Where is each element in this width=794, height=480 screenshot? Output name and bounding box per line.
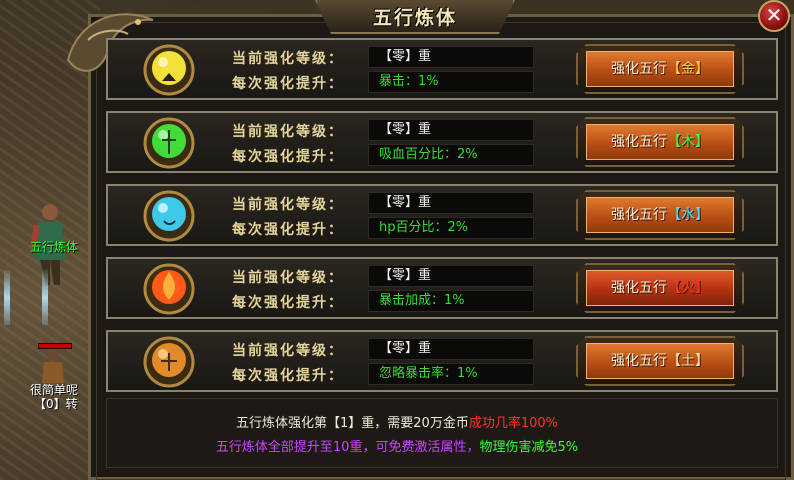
- npc-name-label: 五行炼体: [30, 240, 79, 254]
- upgrade-bonus-value: 暴击加成：1%: [368, 290, 534, 312]
- element-row-wood: 当前强化等级： 每次强化提升： 【零】重 吸血百分比：2% 强化五行【木】: [106, 111, 778, 173]
- button-element-tag: 【水】: [667, 207, 709, 223]
- water-orb-icon: [143, 190, 195, 242]
- button-label: 强化五行【土】: [586, 343, 734, 379]
- upgrade-gold-button[interactable]: 强化五行【金】: [576, 44, 744, 94]
- upgrade-fire-button[interactable]: 强化五行【火】: [576, 263, 744, 313]
- current-level-label: 当前强化等级：: [232, 124, 344, 140]
- current-level-label: 当前强化等级：: [232, 343, 344, 359]
- upgrade-bonus-value: 忽略暴击率：1%: [368, 363, 534, 385]
- upgrade-bonus-value: 暴击：1%: [368, 71, 534, 93]
- footer-success-rate: 成功几率100%: [468, 416, 558, 431]
- button-label-prefix: 强化五行: [611, 353, 667, 369]
- element-row-fire: 当前强化等级： 每次强化提升： 【零】重 暴击加成：1% 强化五行【火】: [106, 257, 778, 319]
- button-element-tag: 【金】: [667, 61, 709, 77]
- per-upgrade-label: 每次强化提升：: [232, 368, 344, 384]
- upgrade-water-button[interactable]: 强化五行【水】: [576, 190, 744, 240]
- upgrade-earth-button[interactable]: 强化五行【土】: [576, 336, 744, 386]
- close-button[interactable]: ✕: [758, 0, 790, 32]
- element-row-earth: 当前强化等级： 每次强化提升： 【零】重 忽略暴击率：1% 强化五行【土】: [106, 330, 778, 392]
- player-rebirth-level: 【0】转: [34, 397, 78, 411]
- element-row-gold: 当前强化等级： 每次强化提升： 【零】重 暴击：1% 强化五行【金】: [106, 38, 778, 100]
- panel-title: 五行炼体: [372, 7, 457, 29]
- footer-effect-text: 物理伤害减免5%: [479, 440, 579, 455]
- player-character[interactable]: [38, 348, 68, 383]
- element-row-water: 当前强化等级： 每次强化提升： 【零】重 hp百分比：2% 强化五行【水】: [106, 184, 778, 246]
- fire-orb-icon: [143, 263, 195, 315]
- button-element-tag: 【土】: [667, 353, 709, 369]
- current-level-label: 当前强化等级：: [232, 51, 344, 67]
- button-element-tag: 【木】: [667, 134, 709, 150]
- light-pillar-right: [42, 270, 48, 325]
- light-pillar-left: [4, 270, 10, 325]
- footer-cost-text: 五行炼体强化第【1】重，需要20万金币: [236, 416, 469, 431]
- footer-line-bonus: 五行炼体全部提升至10重，可免费激活属性，物理伤害减免5%: [0, 436, 794, 455]
- wood-orb-icon: [143, 117, 195, 169]
- upgrade-bonus-value: hp百分比：2%: [368, 217, 534, 239]
- footer-info-box: [106, 398, 778, 468]
- gold-orb-icon: [143, 44, 195, 96]
- per-upgrade-label: 每次强化提升：: [232, 295, 344, 311]
- per-upgrade-label: 每次强化提升：: [232, 222, 344, 238]
- button-label: 强化五行【木】: [586, 124, 734, 160]
- current-level-value: 【零】重: [368, 119, 534, 141]
- button-label-prefix: 强化五行: [611, 207, 667, 223]
- button-label-prefix: 强化五行: [611, 134, 667, 150]
- current-level-label: 当前强化等级：: [232, 270, 344, 286]
- earth-orb-icon: [143, 336, 195, 388]
- footer-line-cost: 五行炼体强化第【1】重，需要20万金币成功几率100%: [0, 412, 794, 431]
- upgrade-wood-button[interactable]: 强化五行【木】: [576, 117, 744, 167]
- current-level-label: 当前强化等级：: [232, 197, 344, 213]
- current-level-value: 【零】重: [368, 192, 534, 214]
- button-label: 强化五行【火】: [586, 270, 734, 306]
- current-level-value: 【零】重: [368, 338, 534, 360]
- button-label: 强化五行【水】: [586, 197, 734, 233]
- per-upgrade-label: 每次强化提升：: [232, 149, 344, 165]
- footer-requirement-text: 五行炼体全部提升至10重，可免费激活属性，: [215, 440, 480, 455]
- current-level-value: 【零】重: [368, 46, 534, 68]
- button-label-prefix: 强化五行: [611, 61, 667, 77]
- per-upgrade-label: 每次强化提升：: [232, 76, 344, 92]
- button-label: 强化五行【金】: [586, 51, 734, 87]
- current-level-value: 【零】重: [368, 265, 534, 287]
- button-label-prefix: 强化五行: [611, 280, 667, 296]
- upgrade-bonus-value: 吸血百分比：2%: [368, 144, 534, 166]
- button-element-tag: 【火】: [667, 280, 709, 296]
